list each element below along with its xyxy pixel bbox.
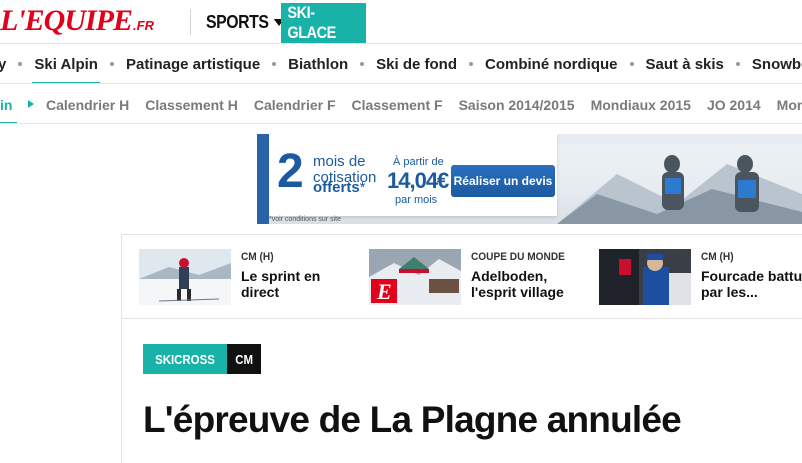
svg-text:E: E	[376, 279, 392, 304]
sports-menu-button[interactable]: SPORTS	[206, 0, 285, 44]
nav-separator	[18, 62, 23, 66]
subnav-jo[interactable]: JO 2014	[699, 97, 769, 113]
teaser-thumbnail	[139, 249, 231, 305]
teaser-kicker: CM (H)	[241, 251, 274, 263]
article-headline: L'épreuve de La Plagne annulée	[143, 399, 682, 440]
ad-per-month: par mois	[395, 194, 438, 206]
teaser-title: Adelboden, l'esprit village	[471, 268, 564, 300]
nav-item-saut-a-skis[interactable]: Saut à skis	[636, 44, 734, 83]
primary-nav: y Ski Alpin Patinage artistique Biathlon…	[0, 44, 802, 84]
ad-footnote: *voir conditions sur site	[269, 216, 341, 223]
nav-separator	[109, 62, 114, 66]
tag-discipline[interactable]: SKICROSS	[143, 344, 227, 374]
nav-item-ski-de-fond[interactable]: Ski de fond	[366, 44, 467, 83]
article-tags: SKICROSS CM	[143, 344, 262, 374]
ad-big-number: 2	[277, 145, 304, 198]
teaser-kicker: COUPE DU MONDE	[471, 251, 565, 263]
teaser-thumbnail	[599, 249, 691, 305]
nav-separator	[629, 62, 634, 66]
subnav-calendrier-h[interactable]: Calendrier H	[38, 97, 137, 113]
nav-item[interactable]: y	[0, 44, 16, 83]
header-divider	[190, 9, 191, 35]
site-header: L'EQUIPE .FR SPORTS SKI-GLACE	[0, 0, 802, 44]
ad-price: 14,04€	[387, 168, 449, 193]
subnav-classement-h[interactable]: Classement H	[137, 97, 246, 113]
nav-separator	[469, 62, 474, 66]
teaser-kicker: CM (H)	[701, 251, 734, 263]
nav-separator	[272, 62, 277, 66]
secondary-nav: in Calendrier H Classement H Calendrier …	[0, 85, 802, 124]
ad-quote-button[interactable]: Réaliser un devis	[451, 165, 555, 197]
nav-item-ski-alpin[interactable]: Ski Alpin	[24, 44, 108, 83]
arrow-right-icon	[28, 100, 34, 108]
ad-card: 2 mois de cotisation offerts* À partir de…	[269, 134, 557, 216]
ad-text-offerts: offerts*	[313, 179, 366, 196]
nav-item-snowboard[interactable]: Snowboard	[742, 44, 802, 83]
teaser-thumbnail: E	[369, 249, 461, 305]
site-logo[interactable]: L'EQUIPE .FR	[0, 6, 154, 36]
nav-item-combine-nordique[interactable]: Combiné nordique	[475, 44, 628, 83]
logo-text: L'EQUIPE	[0, 4, 133, 37]
content-panel: CM (H) Le sprint en direct E COUPE DU MON…	[121, 234, 802, 463]
section-label: SKI-GLACE	[287, 3, 336, 42]
tag-competition[interactable]: CM	[226, 344, 262, 374]
secondary-nav-current[interactable]: in	[0, 85, 18, 123]
teaser-title: Le sprint en direct	[241, 268, 321, 300]
nav-item-biathlon[interactable]: Biathlon	[278, 44, 358, 83]
nav-separator	[360, 62, 365, 66]
nav-separator	[735, 62, 740, 66]
nav-item-patinage[interactable]: Patinage artistique	[116, 44, 270, 83]
ad-from-label: À partir de	[393, 156, 444, 168]
subnav-mondiaux[interactable]: Mondiaux 2015	[583, 97, 699, 113]
ad-banner[interactable]: 2 mois de cotisation offerts* À partir de…	[257, 134, 802, 224]
subnav-calendrier-f[interactable]: Calendrier F	[246, 97, 344, 113]
ad-left-strip	[257, 134, 269, 224]
subnav-saison[interactable]: Saison 2014/2015	[451, 97, 583, 113]
sports-label: SPORTS	[206, 11, 269, 32]
section-tab-ski-glace[interactable]: SKI-GLACE	[281, 3, 366, 43]
subnav-more[interactable]: Mon	[769, 97, 802, 113]
teaser-strip: CM (H) Le sprint en direct E COUPE DU MON…	[122, 235, 802, 319]
logo-suffix: .FR	[133, 18, 154, 33]
subnav-classement-f[interactable]: Classement F	[344, 97, 451, 113]
teaser-title: Fourcade battu par les...	[701, 268, 802, 300]
